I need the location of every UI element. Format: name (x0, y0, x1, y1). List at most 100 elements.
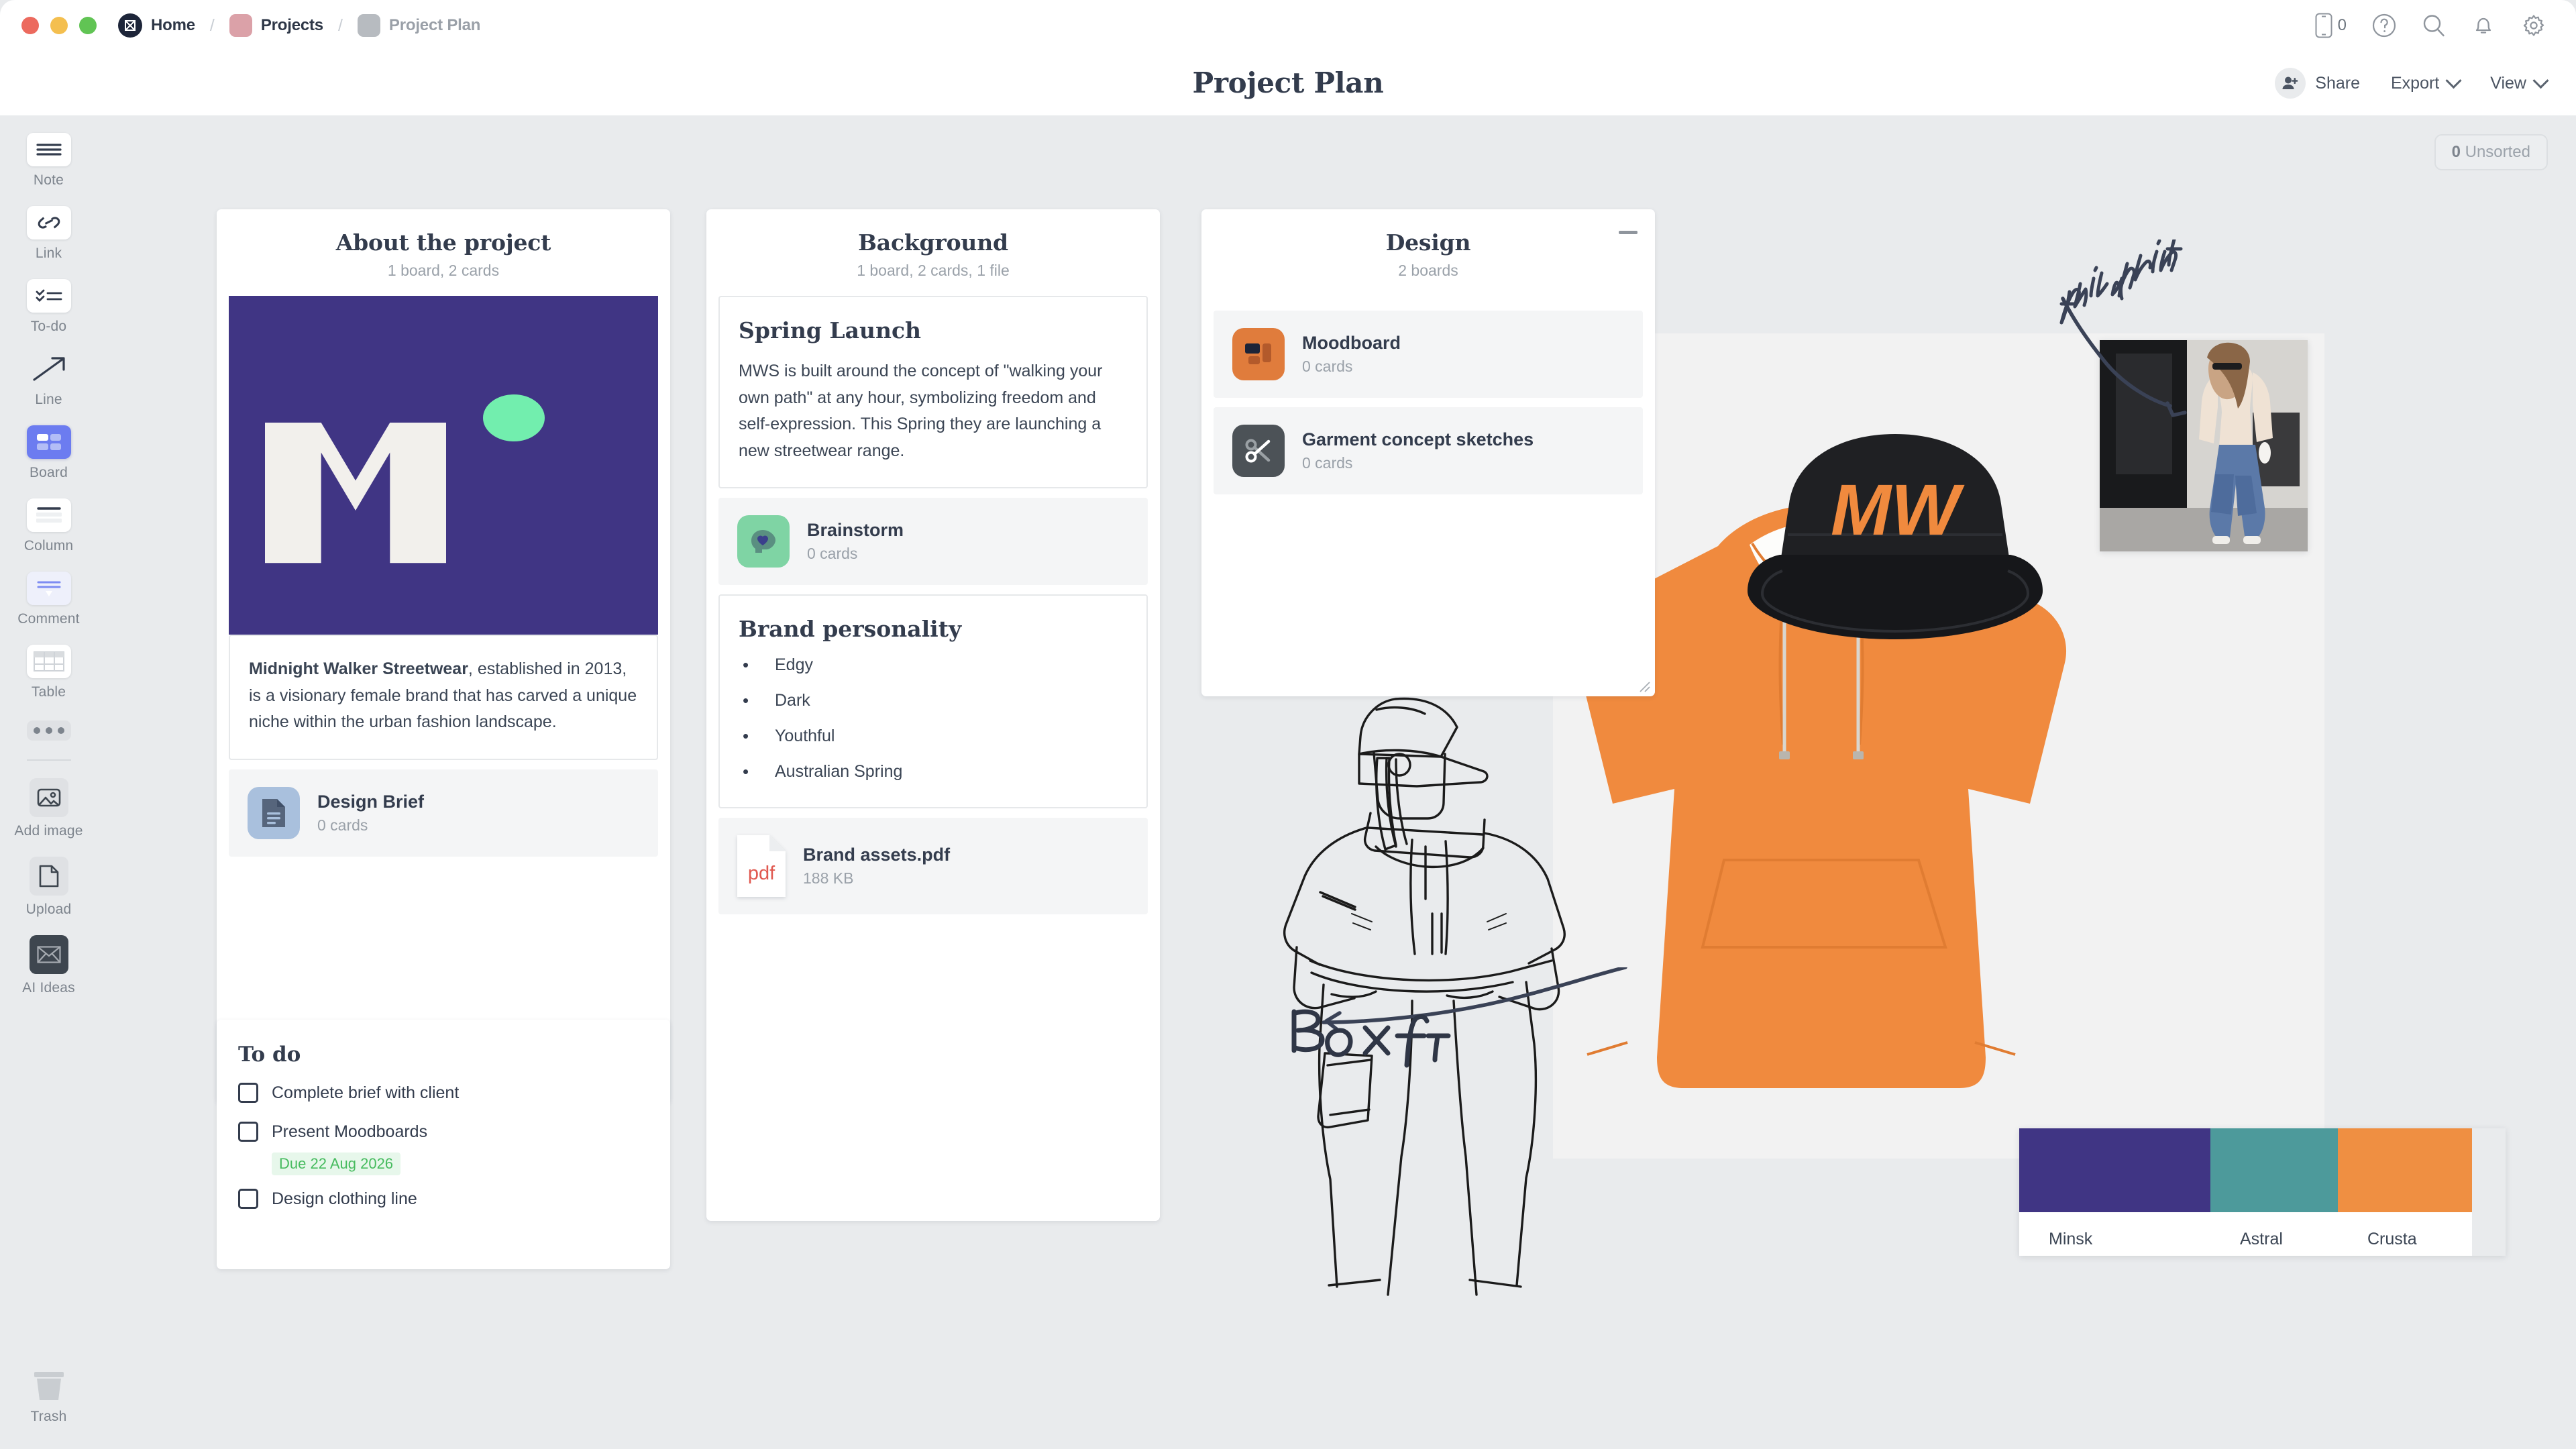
ai-sparkle-icon (29, 935, 68, 974)
sub-board-design-brief[interactable]: Design Brief 0 cards (229, 769, 658, 857)
window-title-bar: Home / Projects / Project Plan 0 (0, 0, 2576, 51)
grey-folder-icon (357, 14, 380, 37)
file-name: Brand assets.pdf (803, 845, 951, 865)
mobile-icon[interactable]: 0 (2315, 13, 2347, 38)
swatch-color-astral (2210, 1128, 2338, 1212)
sub-board-name: Moodboard (1302, 333, 1401, 353)
list-item-label: Edgy (775, 655, 813, 674)
list-item: Youthful (739, 718, 1128, 754)
breadcrumb-item-home[interactable]: Home (118, 13, 195, 38)
toolbar-more-button[interactable] (26, 720, 71, 741)
toolbar-label-add-image: Add image (14, 823, 83, 839)
toolbar-label-comment: Comment (17, 611, 80, 627)
dot (45, 727, 52, 734)
sub-board-moodboard[interactable]: Moodboard 0 cards (1214, 311, 1643, 398)
settings-icon[interactable] (2521, 13, 2546, 38)
toolbar-item-board[interactable]: Board (0, 425, 97, 481)
street-style-photo-content[interactable] (2100, 340, 2308, 551)
share-button[interactable]: Share (2275, 68, 2360, 99)
toolbar-item-todo[interactable]: To-do (0, 279, 97, 335)
breadcrumb-label-projects: Projects (260, 16, 323, 34)
checkbox[interactable] (238, 1083, 258, 1103)
toolbar-label-note: Note (33, 172, 64, 188)
note-brand-personality-title: Brand personality (739, 616, 962, 642)
board-about-the-project[interactable]: About the project 1 board, 2 cards Midni… (217, 209, 670, 1103)
checkbox[interactable] (238, 1189, 258, 1209)
note-spring-launch-body: MWS is built around the concept of "walk… (739, 362, 1103, 460)
toolbar-item-link[interactable]: Link (0, 206, 97, 262)
share-label: Share (2315, 73, 2360, 93)
swatch-crusta[interactable]: Crusta (2338, 1128, 2472, 1256)
note-about[interactable]: Midnight Walker Streetwear, established … (229, 635, 658, 760)
toolbar-item-note[interactable]: Note (0, 133, 97, 189)
sub-board-count: 0 cards (1302, 454, 1353, 472)
bucket-hat-image[interactable]: MW (1701, 427, 2090, 655)
toolbar-item-upload[interactable]: Upload (0, 857, 97, 918)
export-dropdown[interactable]: Export (2390, 72, 2462, 93)
swatch-astral[interactable]: Astral (2210, 1128, 2338, 1256)
swatch-label-minsk: Minsk (2049, 1230, 2093, 1248)
toolbar-item-column[interactable]: Column (0, 498, 97, 554)
svg-text:MW: MW (1831, 469, 1965, 550)
file-text: Brand assets.pdf 188 KB (803, 845, 950, 888)
breadcrumb-label-home: Home (151, 16, 195, 34)
sub-board-brainstorm[interactable]: Brainstorm 0 cards (718, 498, 1148, 585)
toolbar-item-line[interactable]: Line (0, 352, 97, 408)
toolbar-item-comment[interactable]: Comment (0, 572, 97, 627)
todo-icon (26, 279, 71, 313)
minimize-icon[interactable] (1619, 231, 1638, 234)
search-icon[interactable] (2422, 13, 2446, 38)
mw-logo-cover[interactable] (229, 296, 658, 635)
checkbox[interactable] (238, 1122, 258, 1142)
view-dropdown[interactable]: View (2490, 72, 2549, 93)
toolbar-label-table: Table (31, 684, 66, 700)
breadcrumb-item-project-plan[interactable]: Project Plan (357, 14, 480, 37)
color-palette[interactable]: Minsk Astral Crusta (2019, 1128, 2506, 1256)
sub-board-count: 0 cards (1302, 358, 1353, 375)
note-spring-launch[interactable]: Spring Launch MWS is built around the co… (718, 296, 1148, 488)
board-design[interactable]: Design 2 boards Moodboard 0 cards Garmen… (1201, 209, 1655, 696)
toolbar-item-add-image[interactable]: Add image (0, 778, 97, 839)
minimize-window-button[interactable] (50, 17, 68, 34)
board-background[interactable]: Background 1 board, 2 cards, 1 file Spri… (706, 209, 1160, 1221)
breadcrumb-item-projects[interactable]: Projects (229, 14, 323, 37)
board-canvas[interactable]: 0 Unsorted MW Minsk Astral Crusta About … (97, 115, 2576, 1449)
toolbar-item-table[interactable]: Table (0, 645, 97, 700)
sub-board-text: Garment concept sketches 0 cards (1302, 429, 1534, 472)
column-icon (26, 498, 71, 532)
note-brand-personality[interactable]: Brand personality Edgy Dark Youthful Aus… (718, 594, 1148, 808)
add-person-icon (2275, 68, 2306, 99)
swatch-minsk[interactable]: Minsk (2019, 1128, 2210, 1256)
breadcrumb-separator: / (337, 15, 343, 35)
line-arrow-icon (27, 352, 71, 386)
board-header: Design 2 boards (1201, 209, 1655, 296)
note-icon (26, 133, 71, 166)
todo-card[interactable]: To do Complete brief with client Present… (217, 1020, 670, 1269)
swatch-color-minsk (2019, 1128, 2210, 1212)
notifications-icon[interactable] (2471, 13, 2496, 38)
list-item-label: Dark (775, 691, 810, 710)
sub-board-name: Garment concept sketches (1302, 429, 1534, 449)
resize-handle-icon[interactable] (1636, 678, 1651, 693)
swatch-color-crusta (2338, 1128, 2472, 1212)
todo-item-2[interactable]: Present Moodboards (217, 1112, 670, 1151)
swatch-label-crusta: Crusta (2367, 1230, 2417, 1248)
file-brand-assets[interactable]: pdf Brand assets.pdf 188 KB (718, 818, 1148, 914)
link-icon (26, 206, 71, 239)
pdf-label: pdf (748, 863, 775, 884)
zoom-window-button[interactable] (79, 17, 97, 34)
todo-item-3[interactable]: Design clothing line (217, 1179, 670, 1218)
export-label: Export (2390, 73, 2440, 93)
sub-board-count: 0 cards (317, 816, 368, 834)
breadcrumb-separator: / (209, 15, 215, 35)
close-window-button[interactable] (21, 17, 39, 34)
help-icon[interactable] (2372, 13, 2396, 38)
mobile-badge-count: 0 (2337, 16, 2347, 34)
todo-item-1[interactable]: Complete brief with client (217, 1073, 670, 1112)
unsorted-badge[interactable]: 0 Unsorted (2434, 134, 2548, 170)
table-icon (26, 645, 71, 678)
sub-board-garment-concept-sketches[interactable]: Garment concept sketches 0 cards (1214, 407, 1643, 494)
sub-board-name: Brainstorm (807, 520, 904, 540)
toolbar-item-ai-ideas[interactable]: AI Ideas (0, 935, 97, 996)
toolbar-item-trash[interactable]: Trash (0, 1369, 97, 1425)
